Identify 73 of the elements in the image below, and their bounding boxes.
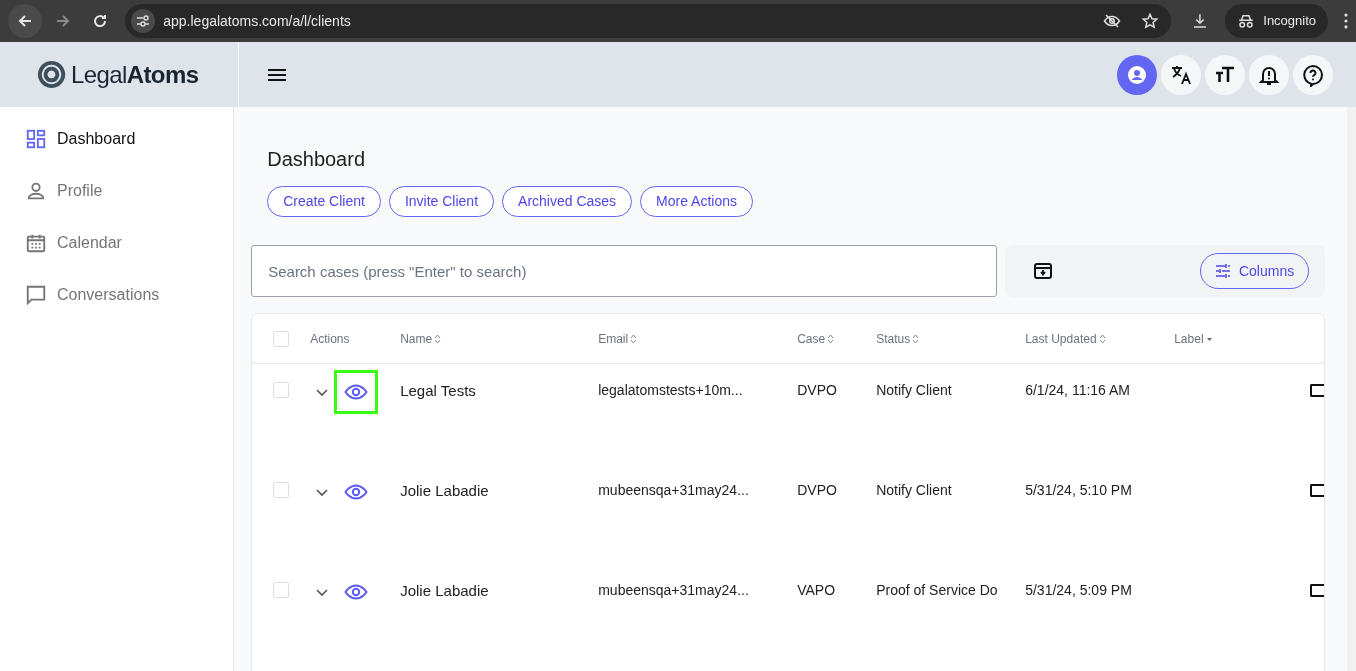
status-cell: Notify Client xyxy=(876,382,952,398)
action-button[interactable]: More Actions xyxy=(640,186,754,217)
site-settings-icon[interactable] xyxy=(131,9,156,33)
incognito-icon xyxy=(1237,12,1256,30)
name-cell: Jolie Labadie xyxy=(400,582,489,599)
row-action-icon[interactable] xyxy=(1310,484,1325,497)
help-icon xyxy=(1301,62,1325,87)
column-header[interactable]: Status xyxy=(876,329,920,348)
help-icon-button[interactable] xyxy=(1293,54,1333,95)
more-menu-icon[interactable] xyxy=(1344,13,1348,29)
case-cell: DVPO xyxy=(797,382,837,398)
scrollbar[interactable] xyxy=(1347,107,1356,671)
sidebar-item[interactable]: Conversations xyxy=(0,269,234,321)
row-checkbox[interactable] xyxy=(273,582,290,598)
name-cell: Jolie Labadie xyxy=(400,482,489,499)
forward-arrow-icon xyxy=(54,13,71,29)
name-cell: Legal Tests xyxy=(400,382,476,399)
email-cell: mubeensqa+31may24... xyxy=(598,582,749,598)
address-bar[interactable]: app.legalatoms.com/a/l/clients xyxy=(125,4,1172,38)
last-updated-cell: 6/1/24, 11:16 AM xyxy=(1025,382,1130,398)
sidebar-item[interactable]: Calendar xyxy=(0,217,234,269)
sort-icon[interactable] xyxy=(912,333,920,344)
row-action-icon[interactable] xyxy=(1310,384,1325,397)
menu-icon[interactable] xyxy=(267,66,287,83)
reload-icon xyxy=(92,13,109,29)
column-header[interactable]: Case xyxy=(797,329,835,348)
translate-icon-button[interactable] xyxy=(1161,54,1201,95)
sort-icon[interactable] xyxy=(434,333,442,344)
sidebar-item[interactable]: Profile xyxy=(0,165,234,217)
action-button[interactable]: Archived Cases xyxy=(502,186,633,217)
url-text: app.legalatoms.com/a/l/clients xyxy=(163,11,351,31)
chat-bubble-icon xyxy=(25,284,47,306)
search-field[interactable]: Search cases (press "Enter" to search) xyxy=(251,245,998,297)
person-icon xyxy=(25,180,47,202)
status-cell: Notify Client xyxy=(876,482,952,498)
case-cell: VAPO xyxy=(797,582,836,598)
dashboard-icon xyxy=(25,128,47,150)
column-header: Actions xyxy=(310,330,350,348)
action-button[interactable]: Create Client xyxy=(267,186,381,217)
eye-slash-icon[interactable] xyxy=(1103,12,1122,30)
back-arrow-icon xyxy=(16,13,33,29)
select-all-checkbox[interactable] xyxy=(273,330,290,347)
bell-icon-button[interactable] xyxy=(1249,54,1289,95)
column-header[interactable]: Name xyxy=(400,329,442,348)
view-button[interactable] xyxy=(334,370,379,414)
sort-icon[interactable] xyxy=(1098,333,1106,344)
text-size-icon-button[interactable] xyxy=(1205,54,1245,95)
email-cell: mubeensqa+31may24... xyxy=(598,482,749,498)
calendar-icon xyxy=(25,232,47,254)
sort-icon[interactable] xyxy=(827,333,835,344)
column-header[interactable]: Last Updated xyxy=(1025,329,1106,348)
page-title: Dashboard xyxy=(267,147,366,172)
email-cell: legalatomstests+10m... xyxy=(598,382,743,398)
sliders-icon xyxy=(1214,264,1231,278)
sidebar-item[interactable]: Dashboard xyxy=(0,113,234,165)
logo-text: LegalAtoms xyxy=(71,59,199,90)
column-header[interactable]: Label xyxy=(1174,329,1213,348)
back-button[interactable] xyxy=(8,4,42,38)
last-updated-cell: 5/31/24, 5:09 PM xyxy=(1025,582,1132,598)
star-icon[interactable] xyxy=(1141,12,1160,30)
row-checkbox[interactable] xyxy=(273,482,290,498)
case-cell: DVPO xyxy=(797,482,837,498)
status-cell: Proof of Service Do xyxy=(876,582,998,598)
incognito-badge[interactable]: Incognito xyxy=(1225,4,1329,38)
logo-icon xyxy=(36,59,67,90)
action-button[interactable]: Invite Client xyxy=(388,186,495,217)
account-icon-button[interactable] xyxy=(1117,54,1157,95)
archive-download-icon[interactable] xyxy=(1033,261,1054,281)
row-action-icon[interactable] xyxy=(1310,584,1325,597)
column-header[interactable]: Email xyxy=(598,329,638,348)
sort-icon[interactable] xyxy=(630,333,638,344)
row-checkbox[interactable] xyxy=(273,382,290,398)
last-updated-cell: 5/31/24, 5:10 PM xyxy=(1025,482,1132,498)
